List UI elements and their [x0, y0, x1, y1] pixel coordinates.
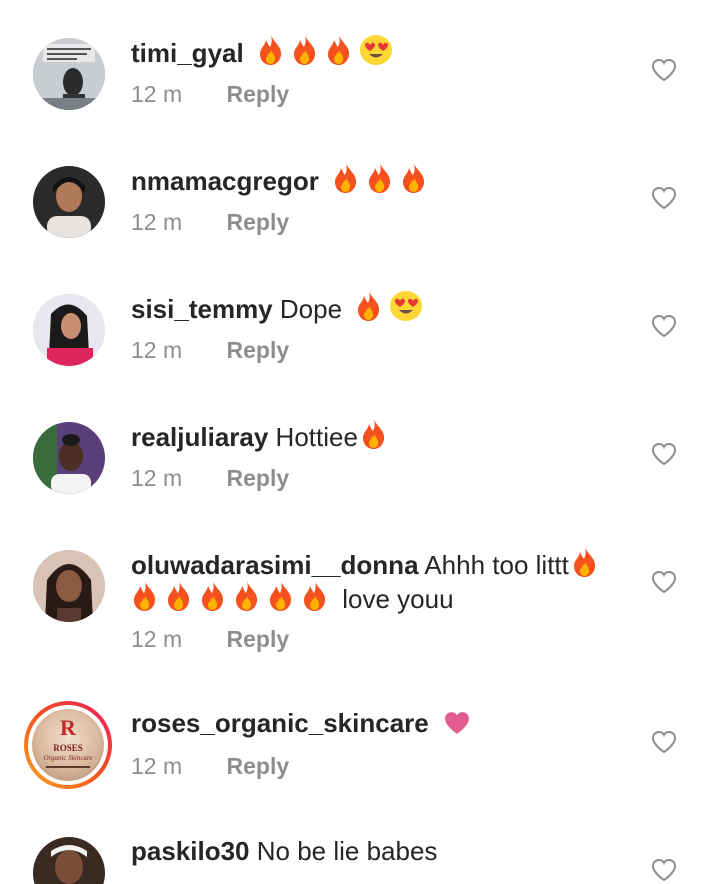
fire-emoji	[291, 34, 319, 66]
comment-line: nmamacgregor	[131, 162, 620, 198]
like-heart-icon[interactable]	[651, 58, 677, 82]
fire-emoji	[571, 546, 599, 578]
comment-meta: 12 m Reply	[131, 336, 289, 364]
fire-emoji	[366, 162, 394, 194]
avatar[interactable]	[33, 166, 105, 238]
fire-emoji	[325, 34, 353, 66]
comment-meta: 12 m Reply	[131, 208, 289, 236]
comment-meta: 12 m Reply	[131, 625, 289, 653]
like-heart-icon[interactable]	[651, 442, 677, 466]
comment-meta: 12 m Reply	[131, 80, 289, 108]
like-heart-icon[interactable]	[651, 570, 677, 594]
fire-emoji	[301, 580, 329, 612]
comment-line: realjuliaray Hottiee	[131, 418, 620, 454]
reply-button[interactable]: Reply	[227, 208, 290, 236]
reply-button[interactable]: Reply	[227, 336, 290, 364]
fire-emoji	[267, 580, 295, 612]
reply-button[interactable]: Reply	[227, 625, 290, 653]
username-link[interactable]: realjuliaray	[131, 422, 268, 452]
heart-eyes-emoji	[359, 34, 393, 66]
comment-text-continued: love youu	[342, 584, 454, 614]
comment-line-continued: love youu	[131, 580, 620, 616]
timestamp: 12 m	[131, 337, 183, 363]
avatar[interactable]	[33, 294, 105, 366]
comment-text: Ahhh too littt	[424, 550, 569, 580]
like-heart-icon[interactable]	[651, 730, 677, 754]
like-heart-icon[interactable]	[651, 186, 677, 210]
comment-text: Dope	[279, 294, 343, 324]
like-heart-icon[interactable]	[651, 314, 677, 338]
comment-line: sisi_temmy Dope	[131, 290, 620, 326]
avatar[interactable]	[33, 550, 105, 622]
timestamp: 12 m	[131, 81, 183, 107]
username-link[interactable]: timi_gyal	[131, 38, 244, 68]
username-link[interactable]: nmamacgregor	[131, 166, 319, 196]
fire-emoji	[360, 418, 388, 450]
comment-line: oluwadarasimi__donna Ahhh too littt	[131, 546, 620, 582]
fire-emoji	[199, 580, 227, 612]
timestamp: 12 m	[131, 626, 183, 652]
fire-emoji	[332, 162, 360, 194]
fire-emoji	[165, 580, 193, 612]
timestamp: 12 m	[131, 753, 183, 779]
reply-button[interactable]: Reply	[227, 752, 290, 780]
avatar[interactable]	[33, 837, 105, 884]
comment-meta: 12 m Reply	[131, 464, 289, 492]
timestamp: 12 m	[131, 465, 183, 491]
comment-line: timi_gyal	[131, 34, 620, 70]
comments-list: timi_gyal 12 m Reply nmamacgregor 12 m R…	[0, 0, 720, 884]
pink-heart-emoji	[442, 710, 472, 736]
username-link[interactable]: roses_organic_skincare	[131, 708, 429, 738]
fire-emoji	[355, 290, 383, 322]
username-link[interactable]: oluwadarasimi__donna	[131, 550, 419, 580]
story-ring-avatar[interactable]: R ROSES Organic Skincare	[24, 701, 112, 789]
heart-eyes-emoji	[389, 290, 423, 322]
comment-line: roses_organic_skincare	[131, 706, 620, 740]
timestamp: 12 m	[131, 209, 183, 235]
username-link[interactable]: paskilo30	[131, 836, 250, 866]
comment-meta: 12 m Reply	[131, 752, 289, 780]
username-link[interactable]: sisi_temmy	[131, 294, 273, 324]
comment-text: Hottiee	[275, 422, 358, 452]
avatar[interactable]	[33, 422, 105, 494]
fire-emoji	[257, 34, 285, 66]
reply-button[interactable]: Reply	[227, 464, 290, 492]
fire-emoji	[400, 162, 428, 194]
fire-emoji	[233, 580, 261, 612]
comment-line: paskilo30 No be lie babes	[131, 834, 620, 868]
reply-button[interactable]: Reply	[227, 80, 290, 108]
brand-logo: R ROSES Organic Skincare	[32, 709, 104, 781]
fire-emoji	[131, 580, 159, 612]
like-heart-icon[interactable]	[651, 858, 677, 882]
comment-text: No be lie babes	[256, 836, 438, 866]
avatar[interactable]	[33, 38, 105, 110]
